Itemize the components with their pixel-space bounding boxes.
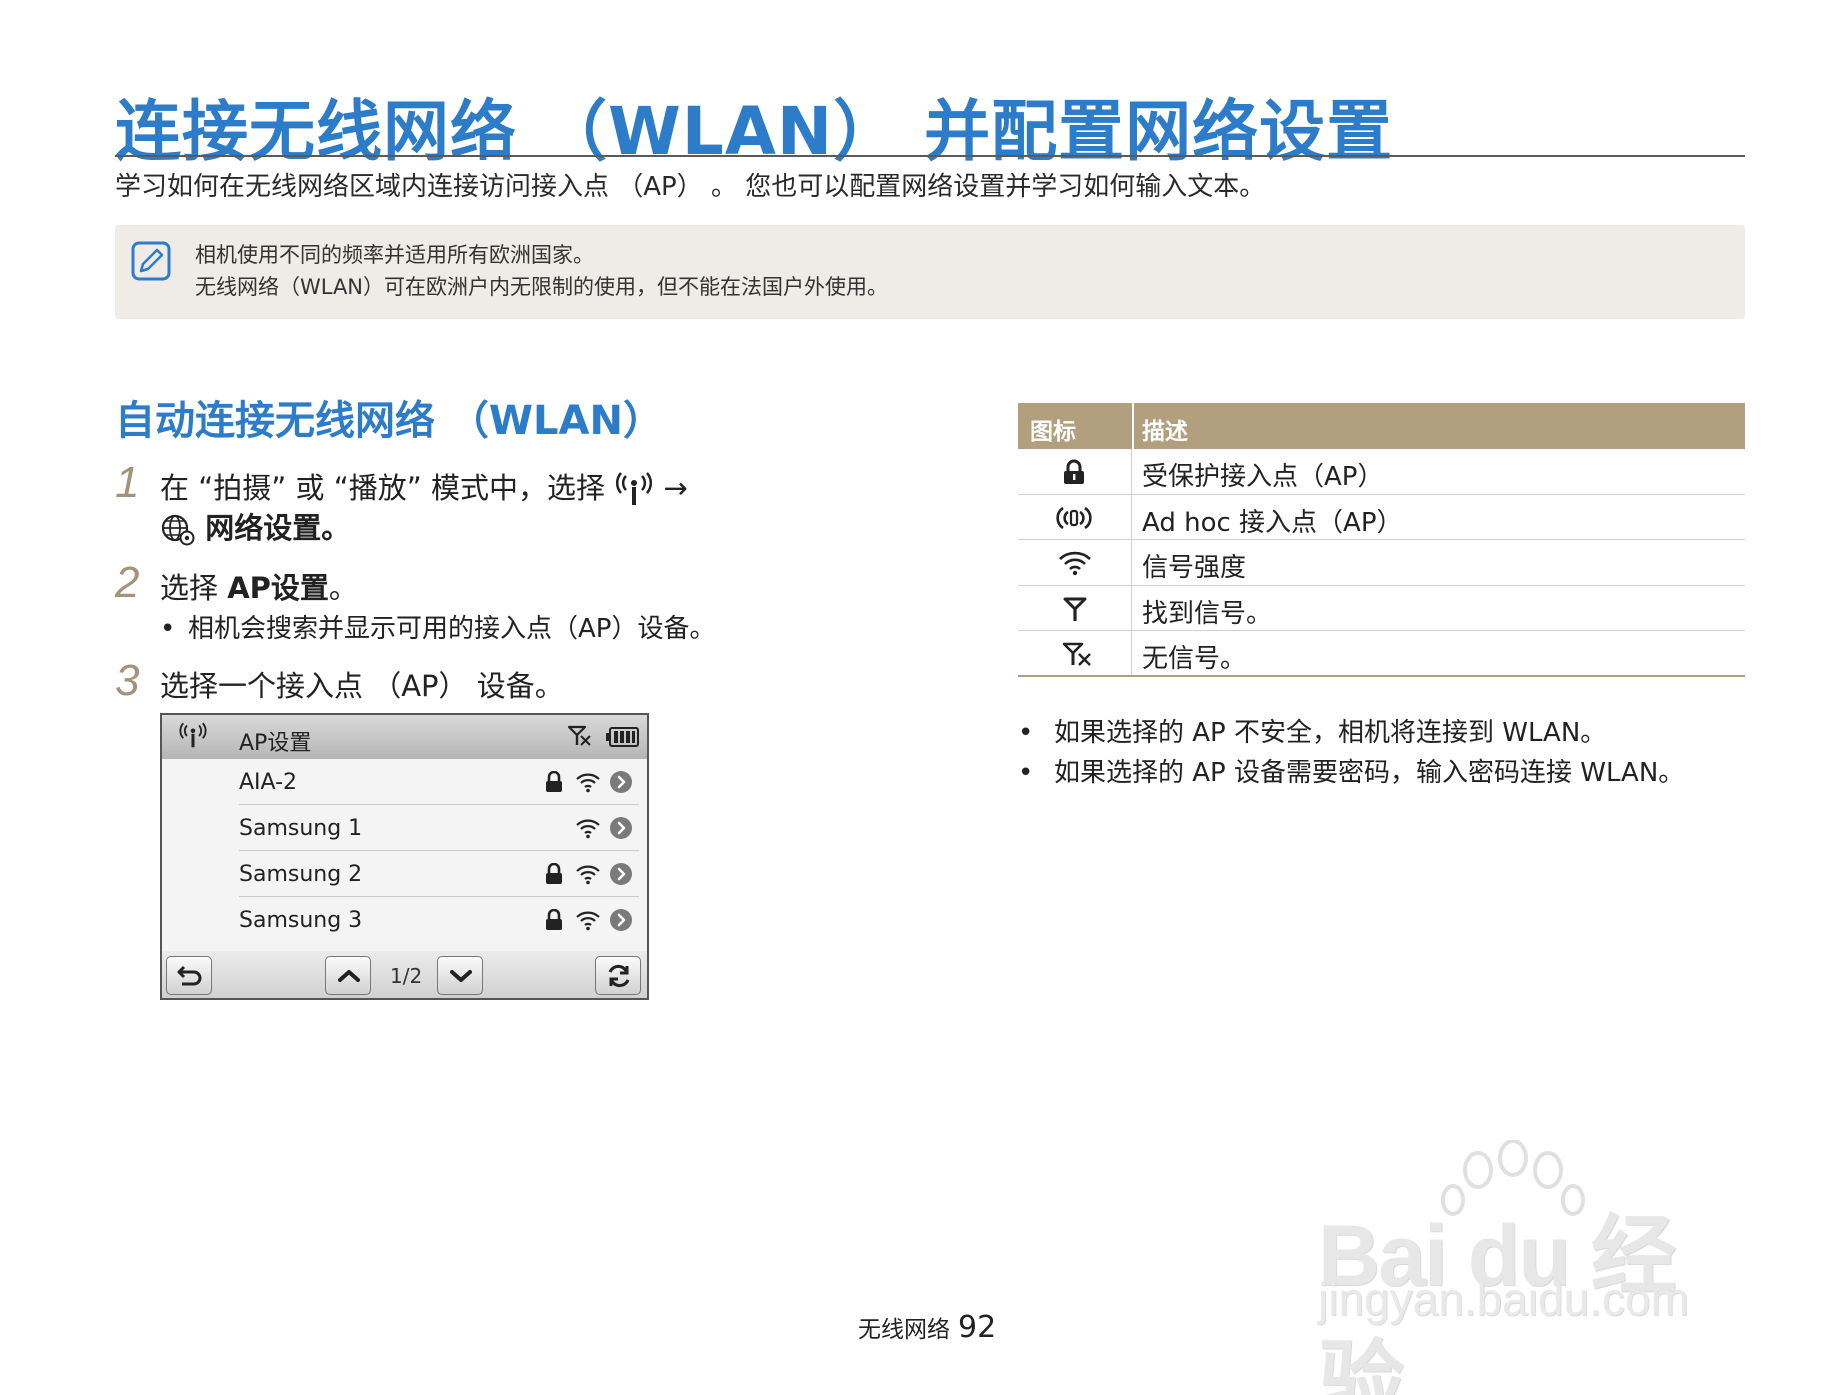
ap-name: Samsung 2 <box>239 862 363 887</box>
title-divider <box>115 155 1745 157</box>
icon-description-table: 图标 描述 受保护接入点（AP） Ad hoc 接入点（AP） 信号强度 找到信… <box>1018 403 1745 677</box>
info-bullet-text: 如果选择的 AP 设备需要密码，输入密码连接 WLAN。 <box>1054 758 1685 788</box>
info-bullet: • 如果选择的 AP 不安全，相机将连接到 WLAN。 <box>1018 712 1606 749</box>
info-bullet: • 如果选择的 AP 设备需要密码，输入密码连接 WLAN。 <box>1018 752 1684 789</box>
note-line-1: 相机使用不同的频率并适用所有欧洲国家。 <box>195 243 594 267</box>
table-header-divider <box>1132 403 1134 449</box>
step-1-arrow: → <box>663 471 688 505</box>
step-1-text-a: 在 “拍摄” 或 “播放” 模式中，选择 <box>160 471 605 505</box>
camera-screen-header: AP设置 <box>162 715 647 759</box>
step-1-text-b: 网络设置。 <box>205 511 351 545</box>
step-2-text-suffix: 。 <box>328 571 358 605</box>
bullet-dot: • <box>160 614 176 644</box>
step-2-bullet-text: 相机会搜索并显示可用的接入点（AP）设备。 <box>188 614 716 644</box>
table-icon-cell <box>1018 494 1132 540</box>
table-desc-cell: 受保护接入点（AP） <box>1142 462 1384 492</box>
chevron-right-icon[interactable] <box>609 770 633 794</box>
battery-icon <box>606 727 639 747</box>
step-1-text: 在 “拍摄” 或 “播放” 模式中，选择 → <box>160 465 688 509</box>
table-header-icon: 图标 <box>1030 419 1076 445</box>
table-row: 信号强度 <box>1018 540 1745 586</box>
step-2-text-prefix: 选择 <box>160 571 228 605</box>
chevron-right-icon[interactable] <box>609 816 633 840</box>
ap-list-item[interactable]: AIA-2 <box>239 759 639 805</box>
ap-name: AIA-2 <box>239 770 298 795</box>
network-settings-icon <box>161 514 195 546</box>
back-button[interactable] <box>166 956 212 995</box>
page-number: 92 <box>958 1310 997 1345</box>
table-header: 图标 描述 <box>1018 403 1745 449</box>
camera-ap-settings-screen: AP设置 AIA-2 Samsung 1 Samsung 2 Samsung 3… <box>160 713 649 1000</box>
step-1-text-line2: 网络设置。 <box>160 505 350 547</box>
ap-name: Samsung 3 <box>239 908 363 933</box>
no-signal-icon <box>1062 643 1091 667</box>
page-footer: 无线网络 92 <box>858 1310 996 1345</box>
ap-list-item[interactable]: Samsung 3 <box>239 897 639 943</box>
note-pencil-icon <box>131 241 171 281</box>
step-1-number: 1 <box>115 458 140 507</box>
table-desc-cell: Ad hoc 接入点（AP） <box>1142 507 1403 538</box>
wireless-network-icon <box>616 472 653 505</box>
table-icon-cell <box>1018 540 1132 585</box>
chevron-up-icon <box>338 970 360 982</box>
footer-section: 无线网络 <box>858 1317 950 1343</box>
baidu-watermark: Bai du 经验 jingyan.baidu.com <box>1318 1140 1748 1395</box>
adhoc-icon <box>1056 506 1092 529</box>
wifi-signal-icon <box>1059 552 1091 576</box>
step-3-text: 选择一个接入点 （AP） 设备。 <box>160 669 564 703</box>
camera-screen-title: AP设置 <box>239 731 312 756</box>
bullet-dot: • <box>1018 718 1034 748</box>
section-heading: 自动连接无线网络 （WLAN） <box>115 398 663 444</box>
table-icon-cell <box>1018 449 1132 494</box>
table-header-desc: 描述 <box>1142 419 1188 445</box>
wifi-signal-icon <box>576 819 600 839</box>
wifi-signal-icon <box>576 865 600 885</box>
wifi-signal-icon <box>576 911 600 931</box>
table-row: 找到信号。 <box>1018 585 1745 632</box>
table-row: Ad hoc 接入点（AP） <box>1018 494 1745 541</box>
table-row: 无信号。 <box>1018 631 1745 677</box>
step-2-text: 选择 AP设置。 <box>160 565 358 607</box>
page-title: 连接无线网络 （WLAN） 并配置网络设置 <box>115 93 1394 170</box>
wifi-signal-icon <box>576 773 600 793</box>
table-desc-cell: 信号强度 <box>1142 553 1247 584</box>
table-desc-cell: 无信号。 <box>1142 644 1247 675</box>
camera-screen-footer: 1/2 <box>162 951 647 998</box>
page-indicator: 1/2 <box>390 964 423 988</box>
page-subtitle: 学习如何在无线网络区域内连接访问接入点 （AP） 。 您也可以配置网络设置并学习… <box>115 172 1266 202</box>
ap-name: Samsung 1 <box>239 816 363 841</box>
table-desc-cell: 找到信号。 <box>1142 598 1273 629</box>
lock-icon <box>1064 459 1084 484</box>
info-bullet-text: 如果选择的 AP 不安全，相机将连接到 WLAN。 <box>1054 718 1607 748</box>
step-3-number: 3 <box>115 656 140 705</box>
note-line-2: 无线网络（WLAN）可在欧洲户内无限制的使用，但不能在法国户外使用。 <box>195 275 889 299</box>
bullet-dot: • <box>1018 758 1034 788</box>
refresh-icon <box>608 964 630 988</box>
table-row: 受保护接入点（AP） <box>1018 449 1745 495</box>
lock-icon <box>546 863 562 884</box>
chevron-right-icon[interactable] <box>609 908 633 932</box>
back-arrow-icon <box>177 965 202 986</box>
chevron-right-icon[interactable] <box>609 862 633 886</box>
lock-icon <box>546 909 562 930</box>
refresh-button[interactable] <box>595 956 641 995</box>
watermark-url: jingyan.baidu.com <box>1318 1273 1689 1325</box>
page-up-button[interactable] <box>325 956 371 995</box>
ap-list-item[interactable]: Samsung 2 <box>239 851 639 897</box>
no-signal-icon <box>567 725 591 746</box>
chevron-down-icon <box>450 970 472 982</box>
note-box: 相机使用不同的频率并适用所有欧洲国家。 无线网络（WLAN）可在欧洲户内无限制的… <box>115 225 1745 319</box>
antenna-icon <box>1063 597 1087 621</box>
table-icon-cell <box>1018 631 1132 675</box>
table-icon-cell <box>1018 585 1132 631</box>
ap-list-item[interactable]: Samsung 1 <box>239 805 639 851</box>
page-down-button[interactable] <box>437 956 483 995</box>
lock-icon <box>546 771 562 792</box>
step-2-text-bold: AP设置 <box>227 571 329 605</box>
wireless-network-icon <box>179 722 207 748</box>
step-2-bullet: • 相机会搜索并显示可用的接入点（AP）设备。 <box>160 608 715 645</box>
step-2-number: 2 <box>115 558 140 607</box>
